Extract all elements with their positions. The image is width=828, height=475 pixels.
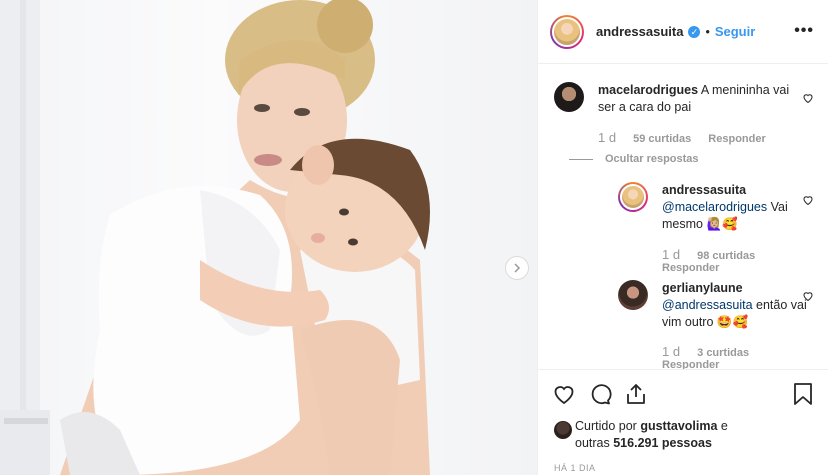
reply-likes[interactable]: 98 curtidas (697, 250, 755, 262)
likes-count[interactable]: 516.291 pessoas (613, 436, 712, 450)
reply-button[interactable]: Responder (662, 262, 719, 274)
liker-avatar[interactable] (554, 421, 572, 439)
reply-likes[interactable]: 3 curtidas (697, 347, 749, 359)
post-sidebar: andressasuita ✓ • Seguir ••• macelarodri… (538, 0, 828, 475)
reply-reply-button-wrap: Responder (662, 262, 719, 274)
liked-by-prefix: Curtido por (575, 419, 637, 433)
author-avatar[interactable] (550, 14, 584, 49)
commenter-avatar[interactable] (554, 82, 584, 112)
heart-icon[interactable] (802, 290, 814, 302)
heart-icon[interactable] (802, 92, 814, 104)
verified-icon: ✓ (688, 25, 701, 38)
next-photo-button[interactable] (505, 256, 529, 280)
comment-meta: 1 d 59 curtidas Responder (598, 130, 766, 145)
reply-button[interactable]: Responder (708, 133, 765, 145)
author-username[interactable]: andressasuita (596, 24, 683, 39)
comment-icon[interactable] (588, 382, 612, 406)
reply-mention[interactable]: @andressasuita (662, 298, 753, 312)
reply-body: andressasuita @macelarodrigues Vai mesmo… (662, 182, 812, 233)
heart-icon[interactable] (552, 382, 576, 406)
bookmark-icon[interactable] (792, 382, 814, 406)
heart-icon[interactable] (802, 194, 814, 206)
reply-mention[interactable]: @macelarodrigues (662, 200, 767, 214)
chevron-right-icon (514, 263, 521, 273)
comments-list[interactable]: macelarodrigues A menininha vai ser a ca… (538, 64, 828, 369)
post-header: andressasuita ✓ • Seguir ••• (538, 0, 828, 64)
follow-button[interactable]: Seguir (715, 24, 755, 39)
likes-section: Curtido por gusttavolima e outras 516.29… (538, 417, 828, 455)
reply-username[interactable]: gerlianylaune (662, 281, 743, 295)
post-modal: andressasuita ✓ • Seguir ••• macelarodri… (0, 0, 828, 475)
liked-by-user[interactable]: gusttavolima (640, 419, 717, 433)
reply-meta: 1 d 3 curtidas (662, 344, 749, 359)
photo-illustration (0, 0, 430, 475)
comment-username[interactable]: macelarodrigues (598, 83, 698, 97)
more-options-icon[interactable]: ••• (794, 22, 814, 40)
reply-time[interactable]: 1 d (662, 344, 680, 359)
reply-avatar[interactable] (618, 280, 648, 310)
reply-meta: 1 d 98 curtidas (662, 247, 755, 262)
reply-time[interactable]: 1 d (662, 247, 680, 262)
reply-body: gerlianylaune @andressasuita então vai v… (662, 280, 812, 331)
comment-likes[interactable]: 59 curtidas (633, 133, 691, 145)
reply-avatar[interactable] (618, 182, 648, 212)
comment-time[interactable]: 1 d (598, 130, 616, 145)
likes-summary: Curtido por gusttavolima e outras 516.29… (575, 418, 728, 452)
reply-username[interactable]: andressasuita (662, 183, 746, 197)
share-icon[interactable] (624, 382, 648, 406)
hide-replies-button[interactable]: Ocultar respostas (538, 153, 699, 165)
reply-button[interactable]: Responder (662, 359, 719, 369)
others-prefix: outras (575, 436, 610, 450)
liked-by-suffix: e (720, 419, 728, 433)
post-timestamp[interactable]: HÁ 1 DIA (554, 463, 596, 473)
header-separator: • (705, 24, 710, 39)
comment-body: macelarodrigues A menininha vai ser a ca… (598, 82, 804, 116)
hide-replies-label: Ocultar respostas (605, 153, 699, 165)
action-bar (538, 369, 828, 417)
reply-reply-button-wrap: Responder (662, 359, 719, 369)
post-photo[interactable] (0, 0, 538, 475)
